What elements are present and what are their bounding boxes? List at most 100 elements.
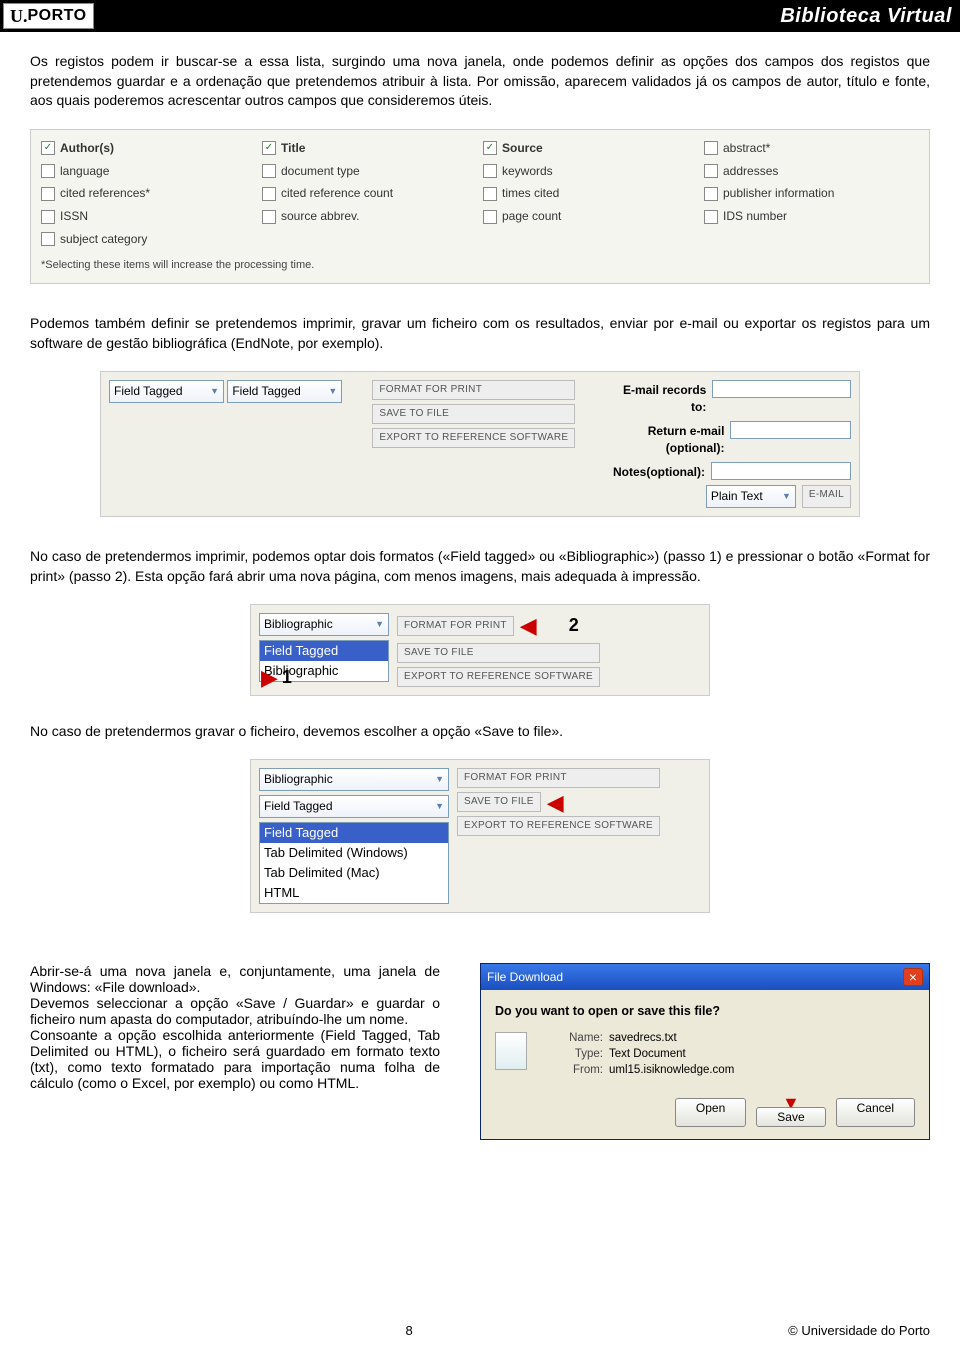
arrow-red-icon: ◀ [547, 796, 564, 809]
step-2-label: 2 [569, 613, 579, 638]
chevron-down-icon: ▼ [782, 490, 791, 503]
chevron-down-icon: ▼ [435, 773, 444, 786]
checkbox-panel: ✓Author(s)✓Title✓Sourceabstract*language… [30, 129, 930, 284]
checkbox-item[interactable]: cited references* [41, 185, 256, 202]
dropdown-option[interactable]: Tab Delimited (Mac) [260, 863, 448, 883]
save-to-file-button[interactable]: SAVE TO FILE [372, 404, 575, 424]
format-for-print-button[interactable]: FORMAT FOR PRINT [397, 616, 514, 636]
notes-input[interactable] [711, 462, 851, 480]
arrow-red-icon: ◀ [520, 619, 537, 632]
bottom-text: Abrir-se-á uma nova janela e, conjuntame… [30, 963, 440, 1091]
checkbox-label: keywords [502, 163, 553, 180]
checkbox-icon [262, 210, 276, 224]
dialog-question: Do you want to open or save this file? [495, 1004, 915, 1018]
plaintext-select[interactable]: Plain Text▼ [706, 485, 796, 508]
checkbox-item[interactable]: IDS number [704, 208, 919, 225]
save-panel: Bibliographic▼ Field Tagged▼ Field Tagge… [250, 759, 710, 913]
paragraph-1: Os registos podem ir buscar-se a essa li… [30, 52, 930, 111]
paragraph-3: No caso de pretendermos imprimir, podemo… [30, 547, 930, 586]
logo: U. PORTO [3, 3, 94, 29]
export-ref-button[interactable]: EXPORT TO REFERENCE SOFTWARE [457, 816, 660, 836]
checkbox-item[interactable]: subject category [41, 231, 256, 248]
bibliographic-select[interactable]: Bibliographic▼ [259, 768, 449, 791]
checkbox-footnote: *Selecting these items will increase the… [41, 254, 919, 273]
checkbox-item[interactable]: language [41, 163, 256, 180]
checkbox-item[interactable]: page count [483, 208, 698, 225]
chevron-down-icon: ▼ [328, 385, 337, 398]
bibliographic-select[interactable]: Bibliographic▼ [259, 613, 389, 636]
save-to-file-button[interactable]: SAVE TO FILE [397, 643, 600, 663]
checkbox-item[interactable]: ✓ Source [483, 140, 698, 157]
checkbox-label: Author(s) [60, 140, 114, 157]
logo-u: U. [10, 6, 28, 27]
step-1-label: 1 [282, 665, 292, 690]
checkbox-item[interactable]: cited reference count [262, 185, 477, 202]
arrow-red-icon: ▶ [261, 671, 278, 684]
export-ref-button[interactable]: EXPORT TO REFERENCE SOFTWARE [397, 667, 600, 687]
dropdown-option-selected[interactable]: Field Tagged [260, 823, 448, 843]
checkbox-icon [262, 187, 276, 201]
save-button[interactable]: Save [756, 1107, 825, 1127]
open-button[interactable]: Open [675, 1098, 746, 1127]
format-select-1[interactable]: Field Tagged▼ [109, 380, 224, 403]
checkbox-icon [704, 187, 718, 201]
checkbox-label: source abbrev. [281, 208, 360, 225]
dropdown-option-selected[interactable]: Field Tagged [260, 641, 388, 661]
checkbox-icon: ✓ [262, 141, 276, 155]
dropdown-option[interactable]: HTML [260, 883, 448, 903]
name-value: savedrecs.txt [609, 1032, 677, 1044]
chevron-down-icon: ▼ [375, 618, 384, 631]
checkbox-item[interactable]: publisher information [704, 185, 919, 202]
checkbox-label: Source [502, 140, 543, 157]
checkbox-item[interactable]: ISSN [41, 208, 256, 225]
copyright: © Universidade do Porto [788, 1323, 930, 1338]
close-icon[interactable]: × [903, 968, 923, 986]
paragraph-4: No caso de pretendermos gravar o ficheir… [30, 722, 930, 742]
checkbox-icon [483, 210, 497, 224]
checkbox-item[interactable]: keywords [483, 163, 698, 180]
logo-porto: PORTO [28, 7, 87, 25]
field-tagged-select[interactable]: Field Tagged▼ [259, 795, 449, 818]
checkbox-icon [704, 164, 718, 178]
page-header: U. PORTO Biblioteca Virtual [0, 0, 960, 32]
export-ref-button[interactable]: EXPORT TO REFERENCE SOFTWARE [372, 428, 575, 448]
email-to-input[interactable] [712, 380, 851, 398]
email-to-label: E-mail records to: [605, 380, 706, 418]
checkbox-icon [483, 187, 497, 201]
format-for-print-button[interactable]: FORMAT FOR PRINT [457, 768, 660, 788]
print-panel: Bibliographic▼ Field Tagged Bibliographi… [250, 604, 710, 695]
checkbox-item[interactable]: document type [262, 163, 477, 180]
dropdown-option[interactable]: Tab Delimited (Windows) [260, 843, 448, 863]
page-number: 8 [405, 1323, 412, 1338]
format-select-2[interactable]: Field Tagged▼ [227, 380, 342, 403]
chevron-down-icon: ▼ [210, 385, 219, 398]
save-to-file-button[interactable]: SAVE TO FILE [457, 792, 541, 812]
checkbox-label: addresses [723, 163, 778, 180]
save-dropdown-open[interactable]: Field Tagged Tab Delimited (Windows) Tab… [259, 822, 449, 905]
checkbox-label: document type [281, 163, 360, 180]
checkbox-label: abstract* [723, 140, 770, 157]
checkbox-label: subject category [60, 231, 147, 248]
format-for-print-button[interactable]: FORMAT FOR PRINT [372, 380, 575, 400]
checkbox-label: IDS number [723, 208, 787, 225]
checkbox-item[interactable]: ✓Author(s) [41, 140, 256, 157]
email-button[interactable]: E-MAIL [802, 485, 851, 508]
type-value: Text Document [609, 1048, 686, 1060]
checkbox-label: publisher information [723, 185, 834, 202]
checkbox-item[interactable]: times cited [483, 185, 698, 202]
name-key: Name: [541, 1032, 609, 1044]
checkbox-icon [41, 232, 55, 246]
checkbox-item[interactable]: source abbrev. [262, 208, 477, 225]
checkbox-item[interactable]: ✓Title [262, 140, 477, 157]
dialog-titlebar: File Download × [481, 964, 929, 990]
checkbox-label: ISSN [60, 208, 88, 225]
checkbox-icon: ✓ [483, 141, 497, 155]
header-title: Biblioteca Virtual [780, 5, 952, 28]
checkbox-item[interactable]: addresses [704, 163, 919, 180]
checkbox-item[interactable]: abstract* [704, 140, 919, 157]
cancel-button[interactable]: Cancel [836, 1098, 915, 1127]
output-panel: Field Tagged▼ Field Tagged▼ FORMAT FOR P… [100, 371, 860, 517]
return-email-input[interactable] [730, 421, 851, 439]
notes-label: Notes(optional): [613, 462, 705, 483]
return-email-label: Return e-mail (optional): [605, 421, 724, 459]
